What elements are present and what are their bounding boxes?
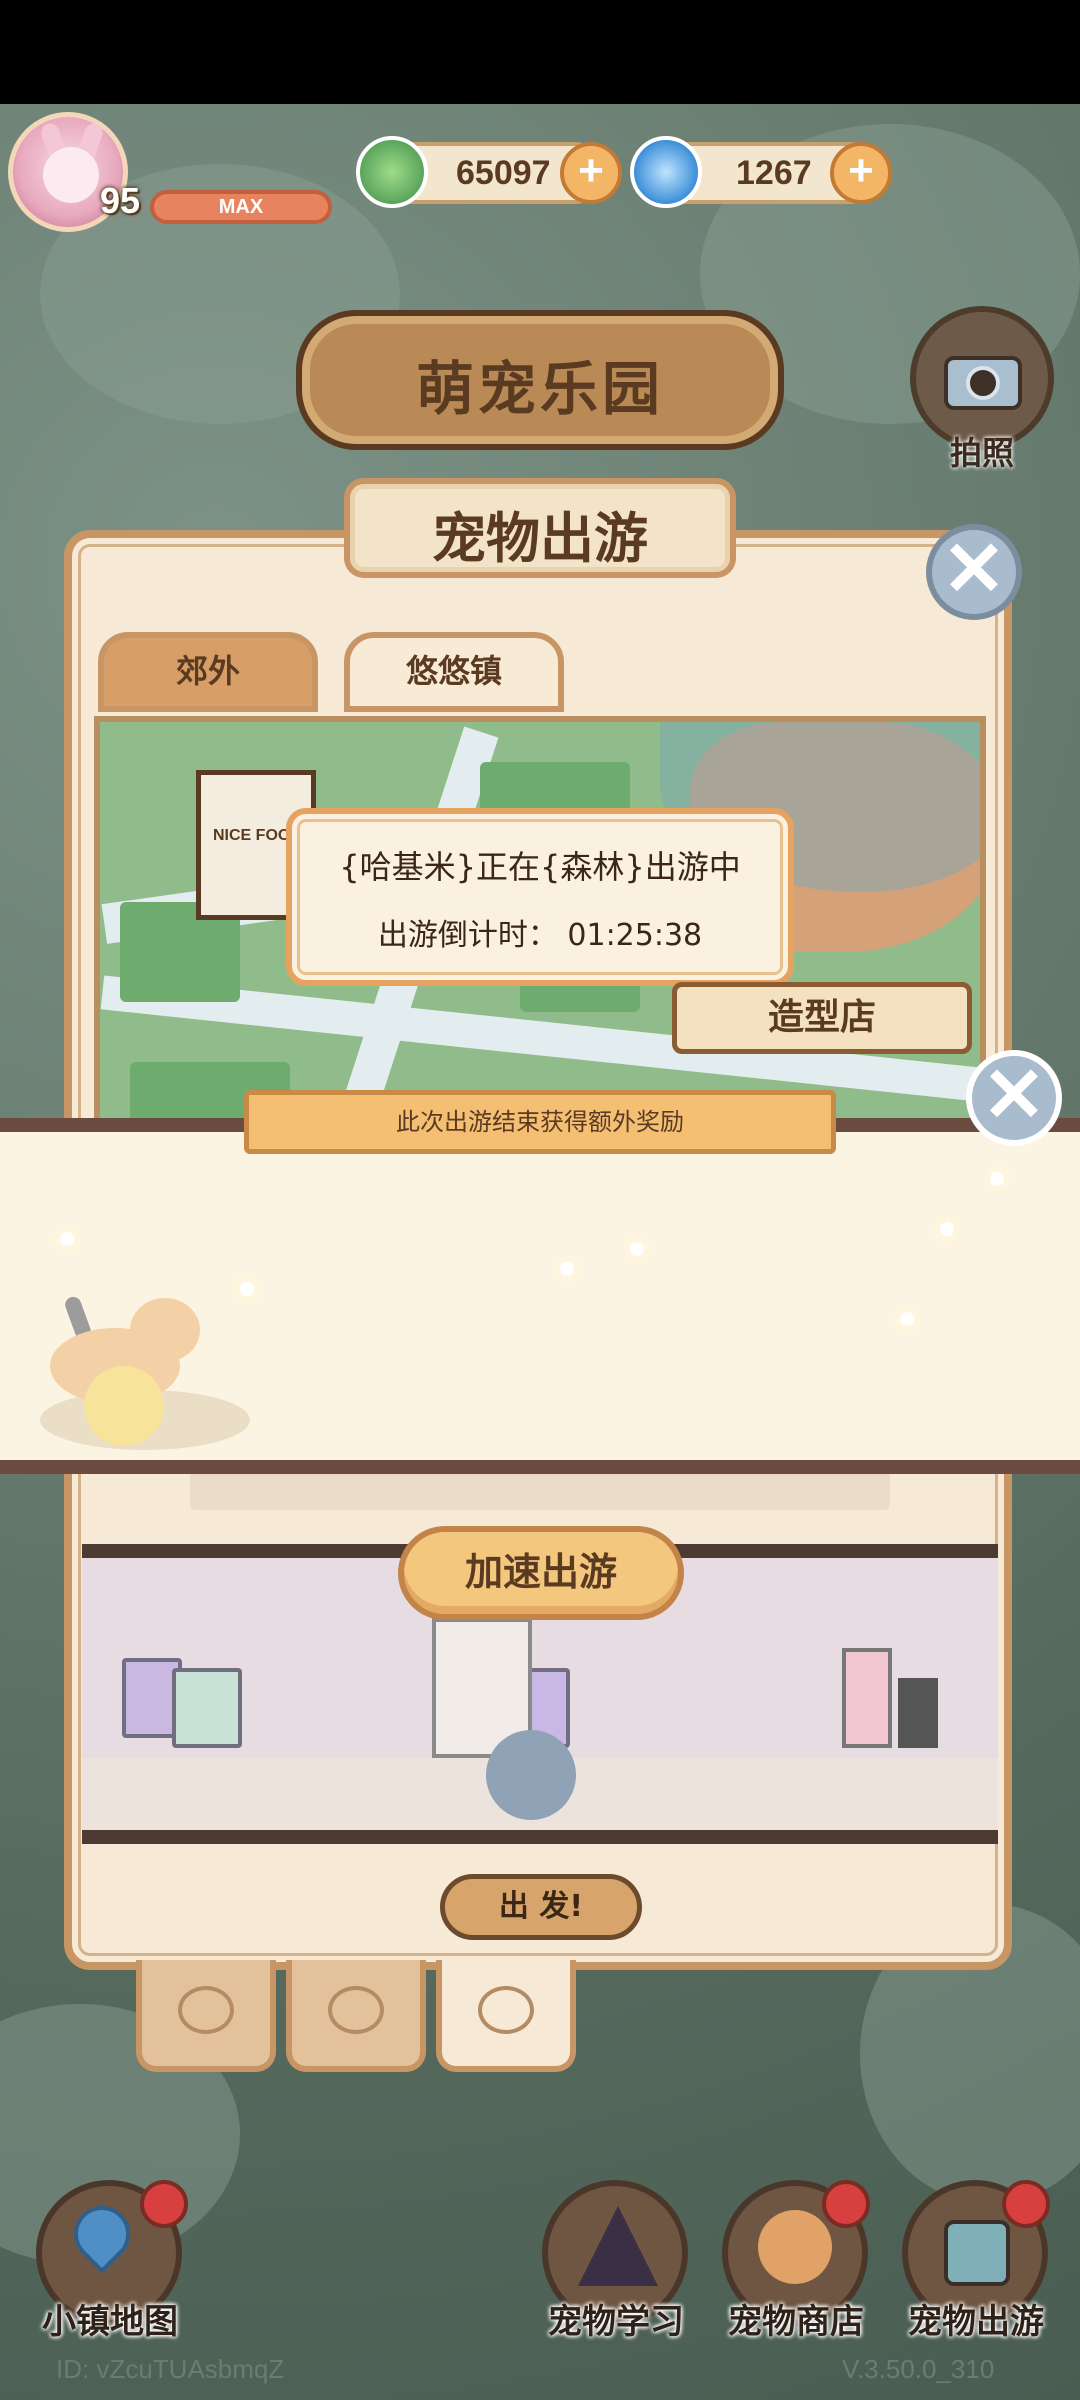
map-pin-icon <box>62 2194 142 2282</box>
pet-study-label: 宠物学习 <box>548 2302 684 2342</box>
clover-icon <box>356 136 428 208</box>
xp-bar: MAX <box>150 190 332 224</box>
speed-up-outing-button[interactable]: 加速出游 <box>398 1526 684 1620</box>
shiba-dog-icon <box>758 2210 832 2284</box>
swirl-amount: 1267 <box>736 154 812 192</box>
status-bar <box>0 0 1080 104</box>
chick-pet <box>84 1366 164 1446</box>
outing-status-popup <box>286 808 794 986</box>
player-level: 95 <box>100 180 141 221</box>
depart-button[interactable]: 出 发! <box>440 1874 642 1940</box>
swirl-icon <box>630 136 702 208</box>
pet-tab-cat1[interactable] <box>136 1960 276 2072</box>
cat-face-icon <box>178 1986 234 2034</box>
outing-status-text: {哈基米}正在{森林}出游中 <box>339 848 741 886</box>
game-version: V.3.50.0_310 <box>842 2354 995 2384</box>
notification-badge <box>1002 2180 1050 2228</box>
park-title: 萌宠乐园 <box>415 355 664 423</box>
camera-label: 拍照 <box>949 434 1014 472</box>
clover-amount: 65097 <box>456 154 551 192</box>
chick-face-icon <box>478 1986 534 2034</box>
tab-town[interactable]: 悠悠镇 <box>344 632 564 712</box>
pigeon-npc <box>486 1730 576 1820</box>
jar-icon <box>842 1648 892 1748</box>
notification-badge <box>140 2180 188 2228</box>
reward-banner: 此次出游结束获得额外奖励 <box>244 1090 836 1154</box>
pet-shop-label: 宠物商店 <box>728 2302 864 2342</box>
notification-badge <box>822 2180 870 2228</box>
cat-face-icon <box>328 1986 384 2034</box>
wizard-hat-icon <box>578 2206 658 2286</box>
pet-outing-label: 宠物出游 <box>908 2302 1044 2342</box>
style-shop-sign[interactable]: 造型店 <box>672 982 972 1054</box>
outing-countdown: 出游倒计时： 01:25:38 <box>377 918 703 953</box>
trash-bin-icon <box>898 1678 938 1748</box>
suitcase-icon <box>944 2220 1010 2286</box>
shopping-bag-icon <box>172 1668 242 1748</box>
add-swirl-button[interactable]: + <box>830 142 892 204</box>
pet-tab-cat2[interactable] <box>286 1960 426 2072</box>
panel-title: 宠物出游 <box>432 507 648 570</box>
reward-close-button[interactable]: ✕ <box>966 1050 1062 1146</box>
player-id: ID: vZcuTUAsbmqZ <box>56 2354 285 2384</box>
xp-label: MAX <box>218 196 264 218</box>
tab-suburb[interactable]: 郊外 <box>98 632 318 712</box>
pet-tab-bird[interactable] <box>436 1960 576 2072</box>
panel-close-button[interactable]: ✕ <box>926 524 1022 620</box>
town-map-label: 小镇地图 <box>42 2302 178 2342</box>
add-clover-button[interactable]: + <box>560 142 622 204</box>
